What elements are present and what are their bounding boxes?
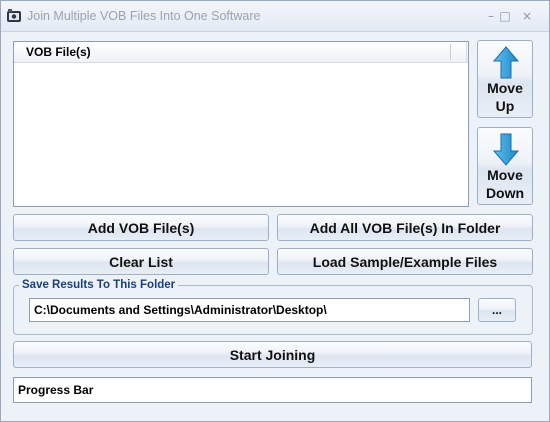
output-folder-field[interactable]: C:\Documents and Settings\Administrator\… [29,298,470,322]
list-header: VOB File(s) [14,42,468,63]
clear-list-button[interactable]: Clear List [13,248,269,275]
move-down-label-line1: Move [487,167,523,183]
browse-folder-button[interactable]: ... [478,298,516,322]
move-up-label-line1: Move [487,80,523,96]
arrow-down-icon [492,133,520,166]
load-sample-files-button[interactable]: Load Sample/Example Files [277,248,533,275]
move-up-label-line2: Up [495,98,515,114]
add-folder-button[interactable]: Add All VOB File(s) In Folder [277,214,533,241]
column-header-label: VOB File(s) [26,45,91,59]
start-joining-button[interactable]: Start Joining [13,341,532,368]
title-bar: Join Multiple VOB Files Into One Softwar… [1,1,549,32]
minimize-button[interactable]: – [484,9,498,23]
close-button[interactable]: × [520,9,534,23]
app-icon [6,8,22,24]
arrow-up-icon [492,46,520,79]
progress-bar: Progress Bar [13,377,532,403]
column-divider[interactable] [450,44,451,60]
save-results-label: Save Results To This Folder [19,279,179,291]
vob-file-list[interactable]: VOB File(s) [13,41,469,207]
move-down-label-line2: Down [485,185,525,201]
move-up-button[interactable]: Move Up [477,40,533,118]
add-vob-files-button[interactable]: Add VOB File(s) [13,214,269,241]
column-header-vob-files[interactable]: VOB File(s) [14,42,467,62]
maximize-button[interactable]: □ [498,9,512,23]
main-window: Join Multiple VOB Files Into One Softwar… [0,0,550,422]
move-down-button[interactable]: Move Down [477,127,533,205]
window-title: Join Multiple VOB Files Into One Softwar… [27,9,261,23]
